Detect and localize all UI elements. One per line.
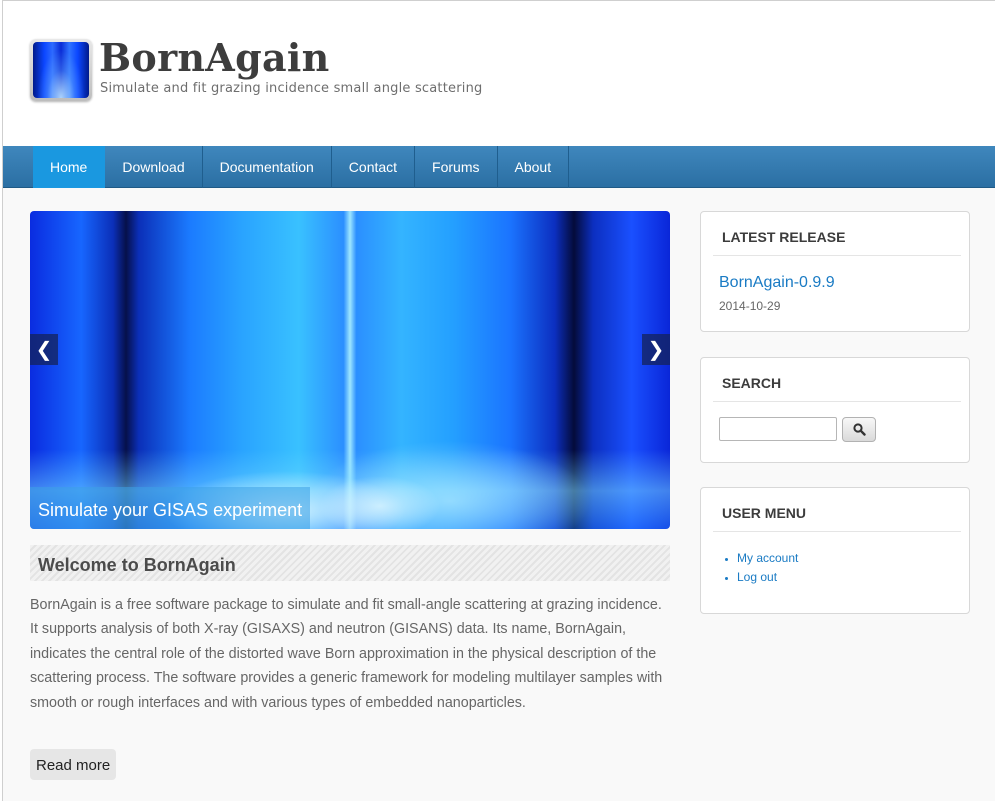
nav-item-home[interactable]: Home xyxy=(33,146,106,188)
release-date: 2014-10-29 xyxy=(719,299,781,313)
site-logo[interactable] xyxy=(30,39,92,101)
divider xyxy=(713,255,961,256)
release-link[interactable]: BornAgain-0.9.9 xyxy=(719,274,835,292)
read-more-button[interactable]: Read more xyxy=(30,749,117,780)
nav-item-about[interactable]: About xyxy=(498,146,570,188)
block-title: LATEST RELEASE xyxy=(722,229,846,245)
main-navigation: Home Download Documentation Contact Foru… xyxy=(3,146,995,188)
logo-image xyxy=(33,42,89,98)
article-title[interactable]: Welcome to BornAgain xyxy=(38,555,236,576)
user-menu-block: USER MENU My account Log out xyxy=(700,487,970,614)
menu-item-log-out[interactable]: Log out xyxy=(737,568,798,587)
nav-item-documentation[interactable]: Documentation xyxy=(203,146,332,188)
nav-item-contact[interactable]: Contact xyxy=(332,146,416,188)
divider xyxy=(713,401,961,402)
search-button[interactable] xyxy=(842,417,876,442)
latest-release-block: LATEST RELEASE BornAgain-0.9.9 2014-10-2… xyxy=(700,211,970,332)
user-menu-list: My account Log out xyxy=(737,549,798,587)
slide-caption[interactable]: Simulate your GISAS experiment xyxy=(30,487,311,529)
nav-menu: Home Download Documentation Contact Foru… xyxy=(33,146,570,188)
search-icon xyxy=(853,423,866,436)
chevron-right-icon[interactable]: ❯ xyxy=(642,334,670,365)
nav-item-forums[interactable]: Forums xyxy=(415,146,498,188)
block-title: SEARCH xyxy=(722,375,782,391)
site-name[interactable]: BornAgain xyxy=(99,35,330,80)
divider xyxy=(713,531,961,532)
block-title: USER MENU xyxy=(722,505,807,521)
image-slider[interactable]: ❮ ❯ Simulate your GISAS experiment xyxy=(30,211,670,529)
nav-item-download[interactable]: Download xyxy=(105,146,203,188)
search-input[interactable] xyxy=(719,417,837,441)
chevron-left-icon[interactable]: ❮ xyxy=(30,334,58,365)
search-block: SEARCH xyxy=(700,357,970,463)
article-body: BornAgain is a free software package to … xyxy=(30,597,663,711)
menu-item-my-account[interactable]: My account xyxy=(737,549,798,568)
article-title-bar: Welcome to BornAgain xyxy=(30,545,670,581)
site-slogan: Simulate and fit grazing incidence small… xyxy=(100,81,483,96)
site-header: BornAgain Simulate and fit grazing incid… xyxy=(3,1,995,146)
